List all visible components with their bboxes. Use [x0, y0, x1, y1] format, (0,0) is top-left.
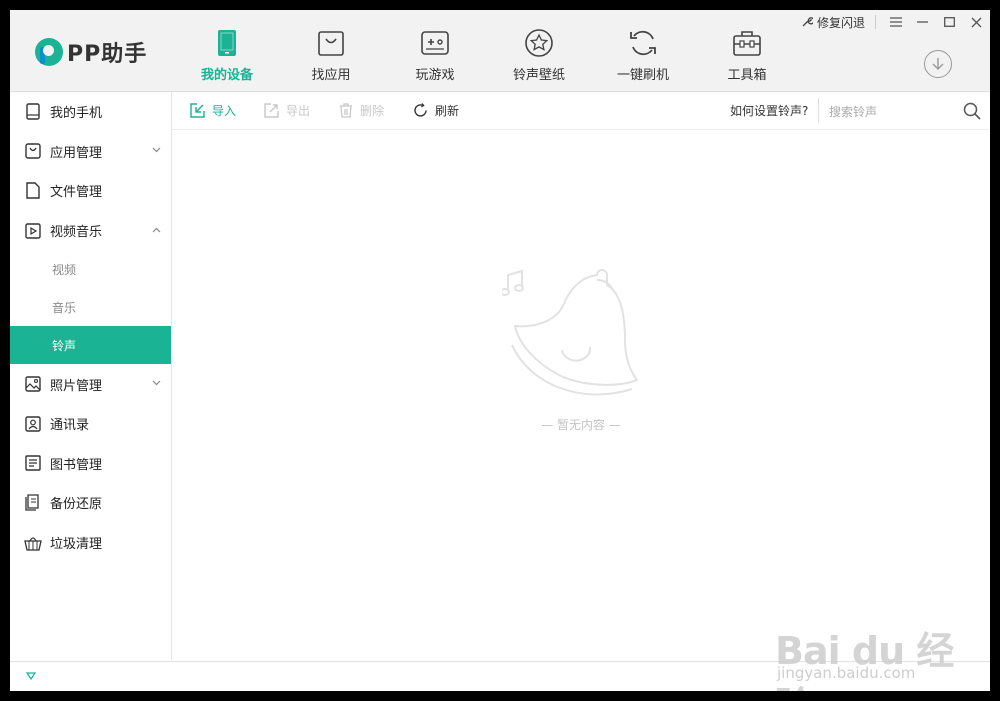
import-icon: [190, 103, 205, 118]
chevron-down-icon[interactable]: [152, 146, 161, 156]
close-icon[interactable]: [963, 10, 990, 34]
baidu-watermark: Bai du 经验 jingyan.baidu.com: [775, 610, 965, 691]
wrench-icon: [802, 17, 813, 27]
top-bar: PP助手 我的设备 找应用 玩游戏 铃声壁纸 一键刷机 工具箱 修复闪退: [10, 10, 990, 92]
app-bag-icon: [316, 28, 346, 58]
sidebar-item-contacts[interactable]: 通讯录: [10, 404, 171, 444]
photo-icon: [24, 375, 42, 393]
sidebar-item-video-music[interactable]: 视频音乐: [10, 211, 171, 251]
import-button[interactable]: 导入: [190, 92, 236, 129]
sidebar-subitem-ringtone[interactable]: 铃声: [10, 326, 171, 365]
app-name: PP助手: [67, 42, 148, 67]
delete-label: 删除: [360, 104, 385, 118]
play-icon: [24, 222, 42, 240]
refresh-icon: [628, 28, 658, 58]
backup-icon: [24, 494, 42, 512]
sidebar-item-backup-restore[interactable]: 备份还原: [10, 483, 171, 523]
divider: [818, 98, 819, 123]
sidebar-subitem-music[interactable]: 音乐: [10, 288, 171, 326]
refresh-icon: [414, 103, 427, 117]
nav-my-device[interactable]: 我的设备: [175, 10, 279, 91]
sidebar-item-label: 应用管理: [50, 145, 103, 161]
sidebar-item-label: 图书管理: [50, 457, 103, 473]
export-button[interactable]: 导出: [264, 92, 310, 129]
repair-crash-button[interactable]: 修复闪退: [801, 14, 865, 31]
import-label: 导入: [212, 104, 237, 118]
search-icon[interactable]: [963, 102, 981, 120]
download-icon[interactable]: [924, 50, 952, 78]
trash-basket-icon: [24, 534, 42, 552]
nav-label: 铃声壁纸: [512, 68, 565, 83]
nav-label: 我的设备: [200, 68, 253, 83]
nav-find-apps[interactable]: 找应用: [279, 10, 383, 91]
nav-label: 工具箱: [727, 68, 767, 83]
refresh-button[interactable]: 刷新: [413, 92, 459, 129]
sidebar: 我的手机 应用管理 文件管理 视频音乐 视频 音乐 铃声 照片管理 通讯录 图书…: [10, 92, 172, 660]
sidebar-item-junk-clean[interactable]: 垃圾清理: [10, 523, 171, 563]
content-area: — 暂无内容 —: [172, 130, 990, 660]
trash-icon: [340, 103, 352, 118]
refresh-label: 刷新: [435, 104, 460, 118]
watermark-url: jingyan.baidu.com: [777, 664, 916, 682]
chevron-down-icon[interactable]: [152, 379, 161, 389]
menu-icon[interactable]: [882, 10, 909, 34]
export-icon: [264, 103, 279, 118]
nav-label: 一键刷机: [616, 68, 669, 83]
sidebar-item-my-phone[interactable]: 我的手机: [10, 92, 171, 132]
maximize-icon[interactable]: [936, 10, 963, 34]
phone-icon: [212, 28, 242, 58]
nav-label: 玩游戏: [415, 68, 455, 83]
toolbar: 导入 导出 删除 刷新 如何设置铃声?: [172, 92, 990, 130]
sidebar-item-label: 通讯录: [50, 418, 90, 434]
gamepad-icon: [420, 28, 450, 58]
search-input[interactable]: [827, 98, 949, 125]
empty-state-text: — 暂无内容 —: [541, 418, 621, 432]
sidebar-item-label: 视频音乐: [50, 225, 103, 241]
sidebar-item-label: 照片管理: [50, 378, 103, 394]
export-label: 导出: [286, 104, 311, 118]
nav-label: 找应用: [311, 68, 351, 83]
phone-outline-icon: [24, 103, 42, 121]
book-icon: [24, 454, 42, 472]
nav-flash[interactable]: 一键刷机: [591, 10, 695, 91]
chevron-up-icon[interactable]: [152, 226, 161, 236]
app-window: PP助手 我的设备 找应用 玩游戏 铃声壁纸 一键刷机 工具箱 修复闪退 我的手…: [10, 10, 990, 691]
sidebar-item-label: 我的手机: [50, 106, 103, 122]
window-controls: 修复闪退: [801, 10, 990, 34]
sidebar-item-file-management[interactable]: 文件管理: [10, 171, 171, 211]
app-icon: [24, 142, 42, 160]
pp-logo-icon: [35, 38, 63, 66]
nav-toolbox[interactable]: 工具箱: [695, 10, 799, 91]
nav-games[interactable]: 玩游戏: [383, 10, 487, 91]
sidebar-item-label: 文件管理: [50, 185, 103, 201]
sidebar-subitem-video[interactable]: 视频: [10, 250, 171, 288]
delete-button[interactable]: 删除: [339, 92, 384, 129]
main-nav: 我的设备 找应用 玩游戏 铃声壁纸 一键刷机 工具箱: [175, 10, 799, 91]
star-icon: [524, 28, 554, 58]
ringtone-help-link[interactable]: 如何设置铃声?: [730, 92, 808, 129]
sidebar-item-label: 备份还原: [50, 497, 103, 513]
divider: [875, 15, 876, 29]
app-logo: PP助手: [35, 35, 147, 69]
nav-ringtones-wallpapers[interactable]: 铃声壁纸: [487, 10, 591, 91]
minimize-icon[interactable]: [909, 10, 936, 34]
repair-label: 修复闪退: [816, 15, 865, 30]
file-icon: [24, 182, 42, 200]
sidebar-item-photo-management[interactable]: 照片管理: [10, 364, 171, 404]
sidebar-item-label: 垃圾清理: [50, 537, 103, 553]
sidebar-item-book-management[interactable]: 图书管理: [10, 444, 171, 484]
toolbox-icon: [732, 28, 762, 58]
sidebar-item-app-management[interactable]: 应用管理: [10, 132, 171, 172]
contacts-icon: [24, 415, 42, 433]
bell-icon: [502, 269, 639, 396]
triangle-down-icon[interactable]: [26, 672, 36, 680]
